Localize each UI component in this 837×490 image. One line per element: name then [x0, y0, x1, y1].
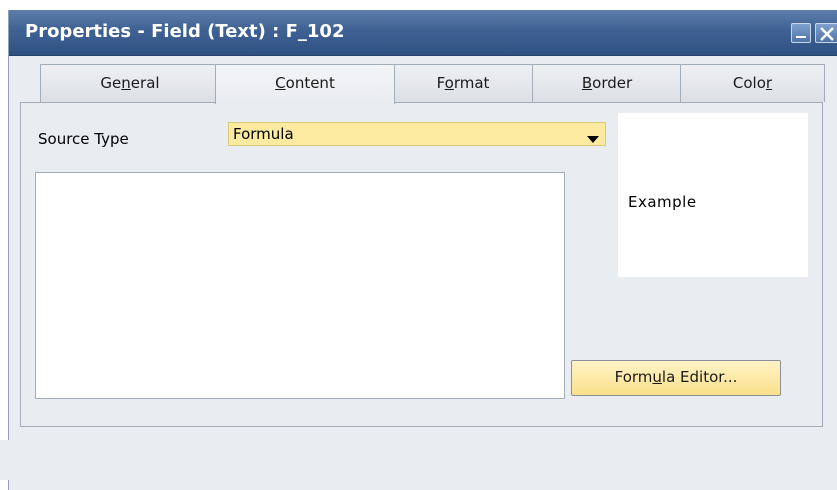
- tab-label-border: Border: [581, 74, 633, 92]
- close-icon[interactable]: [815, 23, 837, 43]
- source-type-dropdown[interactable]: Formula: [228, 122, 606, 146]
- tab-format[interactable]: Format: [388, 64, 538, 102]
- formula-editor-button[interactable]: Formula Editor...: [571, 360, 781, 396]
- minimize-icon[interactable]: [791, 23, 811, 43]
- tab-border[interactable]: Border: [532, 64, 682, 102]
- tab-label-format: Format: [436, 74, 490, 92]
- tab-label-general: General: [100, 74, 160, 92]
- title-bar[interactable]: Properties - Field (Text) : F_102: [9, 10, 837, 56]
- example-text: Example: [628, 193, 697, 211]
- formula-textarea[interactable]: [35, 172, 565, 399]
- formula-editor-label: Formula Editor...: [614, 368, 738, 386]
- tab-label-color: Color: [732, 74, 773, 92]
- tab-color[interactable]: Color: [680, 64, 825, 102]
- tab-general[interactable]: General: [40, 64, 220, 102]
- dropdown-arrow-icon[interactable]: [587, 130, 599, 148]
- tab-content[interactable]: Content: [215, 64, 395, 104]
- example-preview: Example: [618, 113, 808, 277]
- tab-label-content: Content: [275, 74, 335, 92]
- window-title: Properties - Field (Text) : F_102: [25, 21, 345, 42]
- window-footer: [0, 440, 829, 480]
- source-type-label: Source Type: [38, 130, 129, 148]
- source-type-value: Formula: [233, 125, 294, 143]
